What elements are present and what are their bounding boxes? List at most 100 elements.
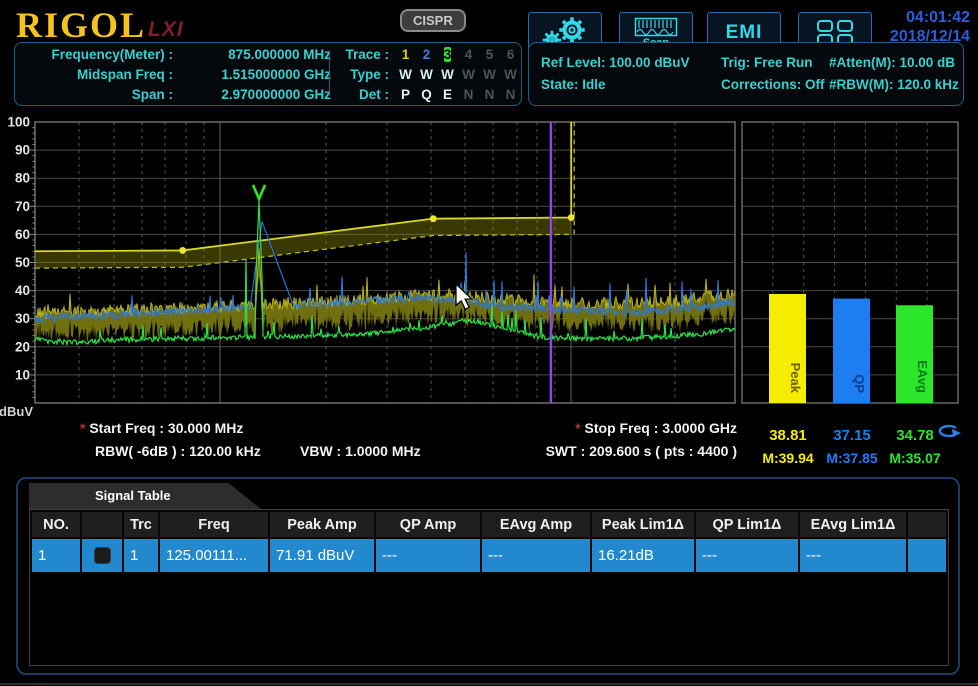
col-select xyxy=(81,511,123,538)
stop-freq-marker: * xyxy=(575,420,580,436)
cell-eavg-amp: --- xyxy=(481,538,591,573)
frequency-meter-value: 875.000000 MHz xyxy=(175,45,331,65)
type-3: W xyxy=(437,65,458,85)
trace-6[interactable]: 6 xyxy=(500,45,521,65)
det-5: N xyxy=(479,85,500,105)
rbw-meter: #RBW(M): 120.0 kHz xyxy=(829,74,959,96)
col-freq: Freq xyxy=(159,511,269,538)
signal-table-header: NO. Trc Freq Peak Amp QP Amp EAvg Amp Pe… xyxy=(31,511,947,538)
frequency-meter-label: Frequency(Meter) : xyxy=(23,45,173,65)
atten: #Atten(M): 10.00 dB xyxy=(829,52,959,74)
cell-peak-amp: 71.91 dBuV xyxy=(269,538,375,573)
trace-5[interactable]: 5 xyxy=(479,45,500,65)
qp-bar-label: QP xyxy=(852,374,867,393)
trig-corrections-col: Trig: Free Run Corrections: Off xyxy=(721,52,825,96)
col-filler xyxy=(907,511,947,538)
cell-qp-lim: --- xyxy=(695,538,799,573)
row-select-checkbox[interactable] xyxy=(94,547,111,564)
signal-table-tab[interactable]: Signal Table xyxy=(29,483,261,509)
trace-3-active[interactable]: 3 xyxy=(444,47,452,62)
frequency-settings-panel: Frequency(Meter) : 875.000000 MHz Midspa… xyxy=(14,42,522,106)
atten-rbw-col: #Atten(M): 10.00 dB #RBW(M): 120.0 kHz xyxy=(829,52,959,96)
det-3: E xyxy=(437,85,458,105)
cell-no: 1 xyxy=(31,538,81,573)
qp-meter-value: 37.15 xyxy=(820,427,884,444)
signal-table-panel: Signal Table NO. Trc Freq Peak Amp QP Am… xyxy=(16,477,960,675)
lxi-badge: LXI xyxy=(148,18,184,42)
ref-level: Ref Level: 100.00 dBuV xyxy=(541,52,690,74)
det-1: P xyxy=(395,85,416,105)
type-4: W xyxy=(458,65,479,85)
emi-button-label: EMI xyxy=(726,22,763,44)
col-peak-amp: Peak Amp xyxy=(269,511,375,538)
cell-peak-lim: 16.21dB xyxy=(591,538,695,573)
trace-label: Trace : xyxy=(337,45,389,65)
scan-waveform-icon xyxy=(634,17,678,39)
peak-meter-max: M:39.94 xyxy=(756,450,820,466)
trace-4[interactable]: 4 xyxy=(458,45,479,65)
col-qp-amp: QP Amp xyxy=(375,511,481,538)
col-no: NO. xyxy=(31,511,81,538)
signal-table: NO. Trc Freq Peak Amp QP Amp EAvg Amp Pe… xyxy=(30,510,948,574)
stop-freq-label: * Stop Freq : 3.0000 GHz xyxy=(540,420,737,436)
swt-label: SWT : 209.600 s ( pts : 4400 ) xyxy=(480,443,737,459)
y-tick-label: 30 xyxy=(15,311,30,326)
y-tick-label: 90 xyxy=(15,143,30,158)
y-tick-label: 100 xyxy=(7,115,30,130)
spectrum-display[interactable]: 100 90 80 70 60 50 40 30 20 10 dBuV Peak QP EAvg xyxy=(0,112,978,422)
y-tick-label: 80 xyxy=(15,171,30,186)
det-2: Q xyxy=(416,85,437,105)
eavg-bar-label: EAvg xyxy=(915,360,930,393)
col-eavg-amp: EAvg Amp xyxy=(481,511,591,538)
type-5: W xyxy=(479,65,500,85)
y-tick-label: 60 xyxy=(15,227,30,242)
rigol-logo: RIGOL xyxy=(16,4,146,46)
trig: Trig: Free Run xyxy=(721,52,825,74)
type-2: W xyxy=(416,65,437,85)
trace-2[interactable]: 2 xyxy=(416,45,437,65)
divider xyxy=(329,52,330,96)
screen-bottom-edge xyxy=(0,683,978,685)
cell-filler xyxy=(907,538,947,573)
start-freq-label: * Start Freq : 30.000 MHz xyxy=(80,420,243,436)
midspan-freq-value: 1.515000000 GHz xyxy=(175,65,331,85)
det-6: N xyxy=(500,85,521,105)
detector-row: Det : P Q E N N N xyxy=(337,85,521,105)
trace-1[interactable]: 1 xyxy=(395,45,416,65)
peak-marker-icon xyxy=(253,185,265,199)
type-6: W xyxy=(500,65,521,85)
signal-table-wrap: NO. Trc Freq Peak Amp QP Amp EAvg Amp Pe… xyxy=(29,509,949,666)
peak-bar-label: Peak xyxy=(788,363,803,394)
cell-select xyxy=(81,538,123,573)
ref-level-state-col: Ref Level: 100.00 dBuV State: Idle xyxy=(541,52,690,96)
cell-trc: 1 xyxy=(123,538,159,573)
clock-time: 04:01:42 xyxy=(890,8,970,27)
rbw-label: RBW( -6dB ) : 120.00 kHz xyxy=(95,443,261,459)
frequency-meter-row: Frequency(Meter) : 875.000000 MHz xyxy=(23,45,323,65)
span-row: Span : 2.970000000 GHz xyxy=(23,85,323,105)
cispr-button[interactable]: CISPR xyxy=(400,9,466,32)
clock: 04:01:42 2018/12/14 xyxy=(890,8,970,46)
y-tick-label: 20 xyxy=(15,339,30,354)
type-label: Type : xyxy=(337,65,389,85)
stop-freq-text: Stop Freq : 3.0000 GHz xyxy=(585,420,737,436)
continuous-measure-icon[interactable] xyxy=(934,421,962,441)
y-tick-label: 50 xyxy=(15,255,30,270)
cell-freq: 125.00111... xyxy=(159,538,269,573)
instrument-screen: RIGOL LXI CISPR Scan EMI 0 xyxy=(0,0,978,686)
trace-select-row: Trace : 1 2 3 4 5 6 xyxy=(337,45,521,65)
qp-meter-max: M:37.85 xyxy=(820,450,884,466)
col-trc: Trc xyxy=(123,511,159,538)
table-row[interactable]: 1 1 125.00111... 71.91 dBuV --- --- 16.2… xyxy=(31,538,947,573)
y-axis-unit: dBuV xyxy=(0,404,33,419)
y-tick-label: 40 xyxy=(15,283,30,298)
col-eavg-lim: EAvg Lim1Δ xyxy=(799,511,907,538)
trace-type-row: Type : W W W W W W xyxy=(337,65,521,85)
type-1: W xyxy=(395,65,416,85)
midspan-freq-label: Midspan Freq : xyxy=(23,65,173,85)
y-tick-label: 10 xyxy=(15,367,30,382)
span-label: Span : xyxy=(23,85,173,105)
col-peak-lim: Peak Lim1Δ xyxy=(591,511,695,538)
vbw-label: VBW : 1.0000 MHz xyxy=(300,443,421,459)
y-tick-label: 70 xyxy=(15,199,30,214)
